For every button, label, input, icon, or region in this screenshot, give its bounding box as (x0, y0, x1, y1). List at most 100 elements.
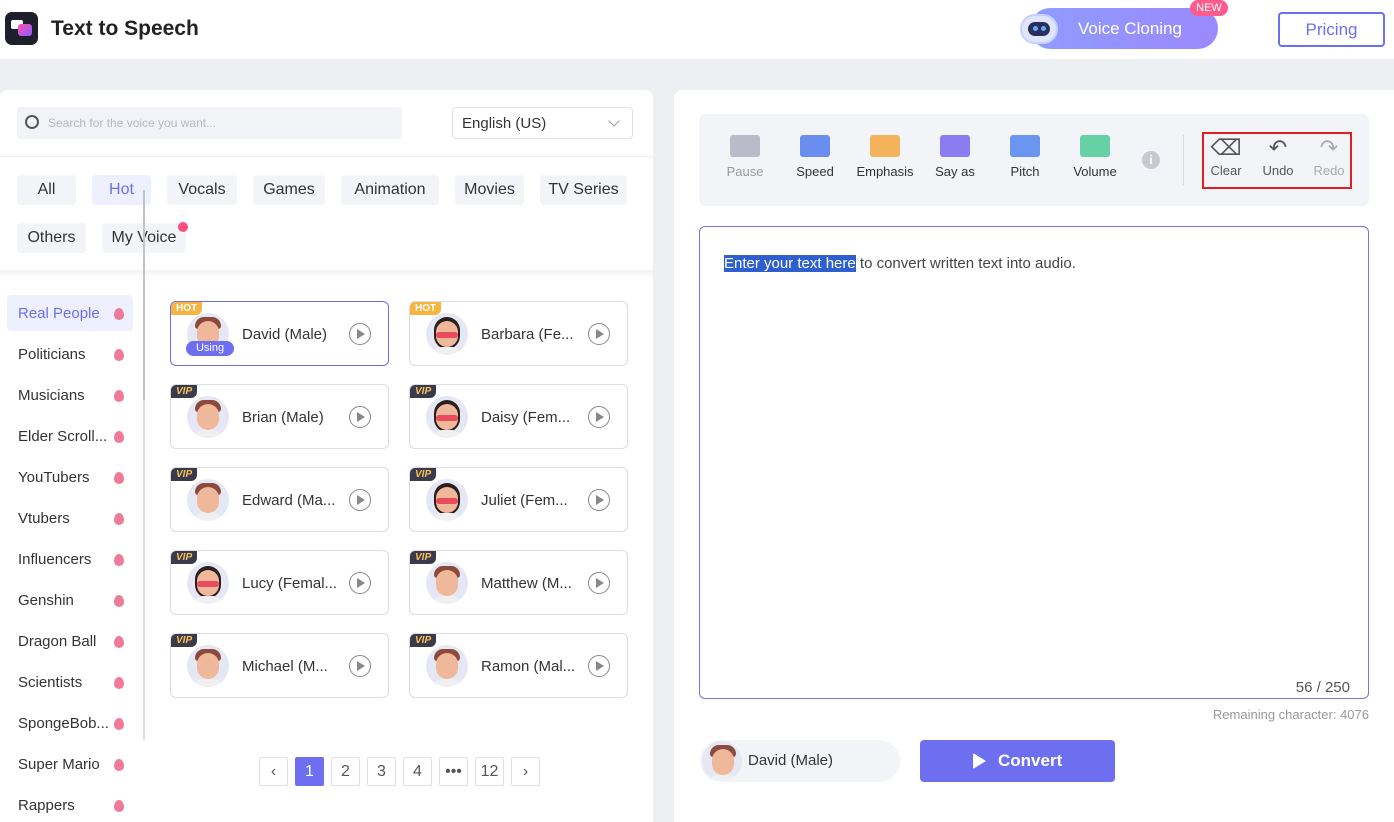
clear-button[interactable]: ⌫ Clear (1201, 137, 1251, 179)
fire-icon (114, 718, 124, 730)
editor-rest-text: to convert written text into audio. (855, 255, 1076, 272)
category-rappers[interactable]: Rappers (7, 787, 133, 822)
category-super-mario[interactable]: Super Mario (7, 746, 133, 782)
voice-card-edward[interactable]: VIP Edward (Ma... (170, 467, 389, 532)
play-icon[interactable] (349, 489, 371, 511)
voice-card-david[interactable]: HOT Using David (Male) (170, 301, 389, 366)
voice-card-michael[interactable]: VIP Michael (M... (170, 633, 389, 698)
avatar (702, 741, 742, 781)
filter-movies[interactable]: Movies (455, 175, 524, 205)
page-ellipsis[interactable]: ••• (439, 757, 468, 786)
voice-card-brian[interactable]: VIP Brian (Male) (170, 384, 389, 449)
category-dragon-ball[interactable]: Dragon Ball (7, 623, 133, 659)
pause-icon (730, 135, 760, 157)
voice-card-barbara[interactable]: HOT Barbara (Fe... (409, 301, 628, 366)
say-as-icon (940, 135, 970, 157)
tool-label: Clear (1210, 163, 1242, 178)
play-icon[interactable] (588, 489, 610, 511)
undo-button[interactable]: ↶ Undo (1253, 135, 1303, 179)
notification-dot (178, 222, 188, 232)
play-icon[interactable] (588, 572, 610, 594)
search-input[interactable] (48, 107, 398, 139)
language-value: English (US) (462, 115, 547, 132)
speed-icon (800, 135, 830, 157)
editor-text: Enter your text here to convert written … (724, 255, 1076, 272)
info-icon[interactable]: i (1142, 151, 1160, 169)
category-genshin[interactable]: Genshin (7, 582, 133, 618)
category-influencers[interactable]: Influencers (7, 541, 133, 577)
voice-card-ramon[interactable]: VIP Ramon (Mal... (409, 633, 628, 698)
page-1[interactable]: 1 (295, 757, 324, 786)
category-spongebob[interactable]: SpongeBob... (7, 705, 133, 741)
category-label: Musicians (18, 387, 85, 404)
fire-icon (114, 677, 124, 689)
category-scientists[interactable]: Scientists (7, 664, 133, 700)
category-politicians[interactable]: Politicians (7, 336, 133, 372)
voice-card-lucy[interactable]: VIP Lucy (Femal... (170, 550, 389, 615)
redo-button[interactable]: ↷ Redo (1304, 137, 1354, 179)
text-editor[interactable]: Enter your text here to convert written … (699, 226, 1369, 699)
fire-icon (114, 513, 124, 525)
category-real-people[interactable]: Real People (7, 295, 133, 331)
speed-tool[interactable]: Speed (780, 135, 850, 179)
voice-card-daisy[interactable]: VIP Daisy (Fem... (409, 384, 628, 449)
pitch-icon (1010, 135, 1040, 157)
divider (0, 156, 653, 157)
page-2[interactable]: 2 (331, 757, 360, 786)
play-icon[interactable] (588, 323, 610, 345)
play-icon[interactable] (349, 323, 371, 345)
search-box (17, 107, 402, 139)
play-icon[interactable] (349, 572, 371, 594)
filter-all[interactable]: All (17, 175, 76, 205)
voice-card-matthew[interactable]: VIP Matthew (M... (409, 550, 628, 615)
emphasis-tool[interactable]: Emphasis (850, 135, 920, 179)
hot-tag: HOT (171, 302, 203, 315)
category-label: Scientists (18, 674, 83, 691)
filter-tv-series[interactable]: TV Series (540, 175, 627, 205)
volume-tool[interactable]: Volume (1060, 135, 1130, 179)
pitch-tool[interactable]: Pitch (990, 135, 1060, 179)
fire-icon (114, 390, 124, 402)
play-icon[interactable] (349, 655, 371, 677)
filter-vocals[interactable]: Vocals (167, 175, 237, 205)
voice-name: Brian (Male) (242, 409, 324, 426)
avatar (187, 645, 229, 687)
fire-icon (114, 349, 124, 361)
prev-page-button[interactable]: ‹ (259, 757, 288, 786)
pricing-button[interactable]: Pricing (1278, 12, 1385, 47)
voice-card-juliet[interactable]: VIP Juliet (Fem... (409, 467, 628, 532)
say-as-tool[interactable]: Say as (920, 135, 990, 179)
play-icon[interactable] (588, 406, 610, 428)
undo-icon: ↶ (1268, 135, 1288, 160)
language-select[interactable]: English (US) (452, 107, 633, 139)
voice-name: Michael (M... (242, 658, 328, 675)
selected-voice[interactable]: David (Male) (700, 740, 900, 782)
tool-label: Emphasis (856, 164, 914, 179)
tool-label: Redo (1313, 163, 1345, 178)
page-4[interactable]: 4 (403, 757, 432, 786)
filter-others[interactable]: Others (17, 223, 86, 253)
filter-games[interactable]: Games (253, 175, 325, 205)
tool-label: Volume (1073, 164, 1117, 179)
category-youtubers[interactable]: YouTubers (7, 459, 133, 495)
avatar (187, 396, 229, 438)
next-page-button[interactable]: › (511, 757, 540, 786)
convert-label: Convert (998, 751, 1063, 770)
category-label: Politicians (18, 346, 86, 363)
voice-name: Barbara (Fe... (481, 326, 574, 343)
filter-animation[interactable]: Animation (341, 175, 439, 205)
category-vtubers[interactable]: Vtubers (7, 500, 133, 536)
page-12[interactable]: 12 (475, 757, 504, 786)
pause-tool[interactable]: Pause (710, 135, 780, 179)
category-scrollbar[interactable] (143, 190, 145, 400)
convert-button[interactable]: Convert (920, 740, 1115, 782)
category-musicians[interactable]: Musicians (7, 377, 133, 413)
tool-label: Pitch (1010, 164, 1040, 179)
play-icon[interactable] (588, 655, 610, 677)
category-elder-scrolls[interactable]: Elder Scroll... (7, 418, 133, 454)
fire-icon (114, 431, 124, 443)
page-3[interactable]: 3 (367, 757, 396, 786)
play-icon[interactable] (349, 406, 371, 428)
hot-tag: HOT (410, 302, 442, 315)
fire-icon (114, 636, 124, 648)
